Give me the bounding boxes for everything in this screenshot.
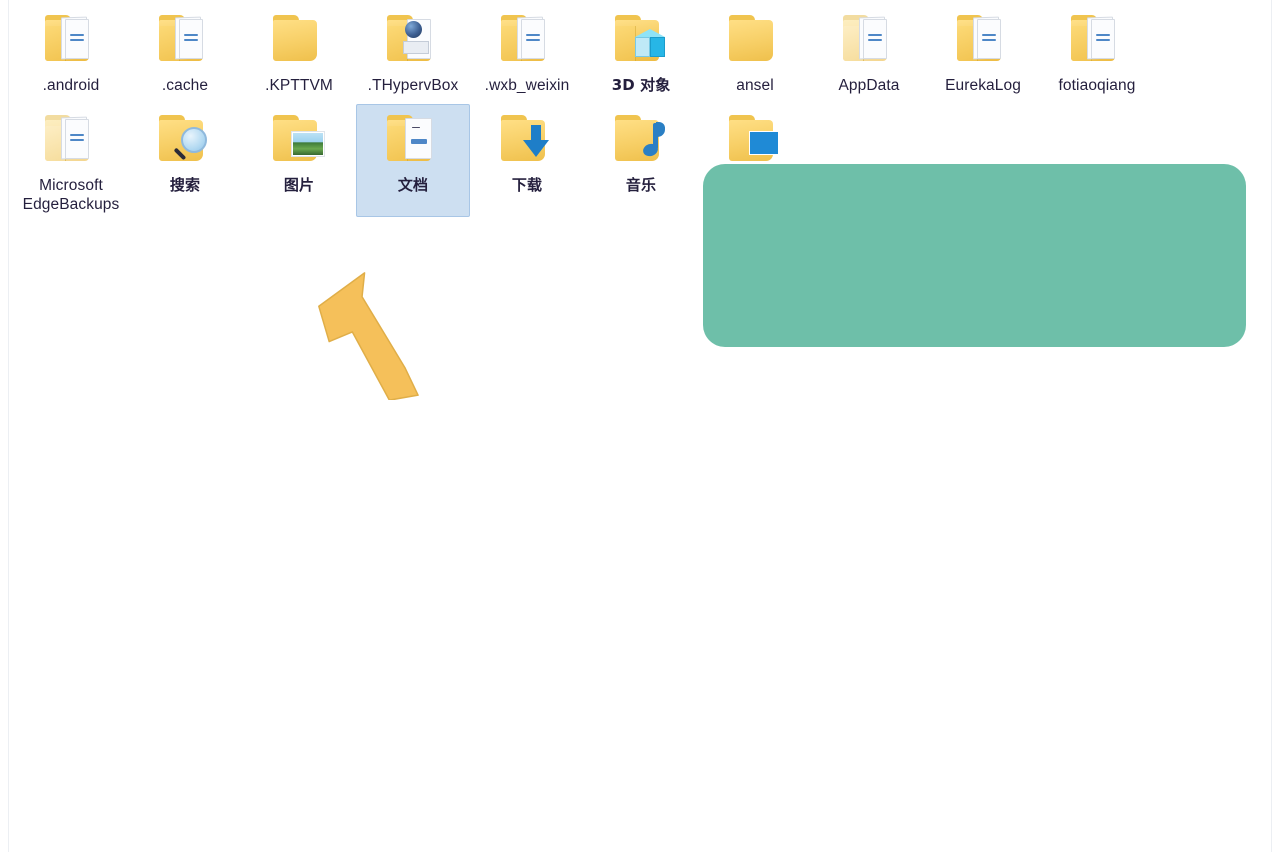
desktop-icon-folder-documents-icon[interactable]: 文档 [356, 104, 470, 217]
sheet-line [70, 39, 84, 41]
folder-with-documents-icon [495, 9, 559, 71]
desktop-icon-folder-3d-objects-icon[interactable]: 3D 对象 [584, 4, 698, 104]
sheet-line [70, 134, 84, 136]
sheet-line [526, 34, 540, 36]
folder-with-documents-icon [39, 9, 103, 71]
desktop-file-area[interactable]: .android .cache .KPTTVM .THypervBox .wxb_wei… [0, 0, 1280, 852]
folder-with-documents-icon [153, 9, 217, 71]
desktop-icon-folder-with-documents-icon[interactable]: fotiaoqiang [1040, 4, 1154, 104]
sheet-line [411, 139, 427, 144]
desktop-icon-folder-hidden-icon[interactable]: AppData [812, 4, 926, 104]
document-sheet-icon [65, 19, 89, 59]
folder-downloads-icon [495, 109, 559, 171]
music-note-icon [637, 121, 665, 159]
icon-label: .wxb_weixin [484, 77, 570, 94]
icon-label: AppData [838, 77, 900, 94]
icon-label: 下载 [511, 176, 543, 194]
folder-front [615, 26, 635, 61]
icon-label: .android [42, 77, 100, 94]
desktop-icon-folder-searches-icon[interactable]: 搜索 [128, 104, 242, 217]
folder-front [387, 126, 407, 161]
document-sheet-icon [521, 19, 545, 59]
desktop-icon-folder-music-icon[interactable]: 音乐 [584, 104, 698, 217]
sheet-line [70, 34, 84, 36]
keyboard-icon [403, 41, 429, 54]
desktop-icon-folder-hidden-icon[interactable]: Microsoft EdgeBackups [14, 104, 128, 217]
folder-searches-icon [153, 109, 217, 171]
sheet-line [868, 34, 882, 36]
sheet-line [982, 34, 996, 36]
icon-label: .cache [161, 77, 209, 94]
document-sheet-icon [1091, 19, 1115, 59]
desktop-icon-folder-icon[interactable]: ansel [698, 4, 812, 104]
folder-with-vm-icon [381, 9, 445, 71]
sheet-line [70, 139, 84, 141]
icon-label: ansel [736, 77, 774, 94]
desktop-icon-folder-downloads-icon[interactable]: 下载 [470, 104, 584, 217]
globe-icon [405, 21, 422, 38]
sheet-line [982, 39, 996, 41]
document-sheet-icon [977, 19, 1001, 59]
icon-label: Microsoft EdgeBackups [22, 177, 120, 213]
folder-with-documents-icon [1065, 9, 1129, 71]
sheet-line [1096, 34, 1110, 36]
desktop-icon-folder-with-documents-icon[interactable]: EurekaLog [926, 4, 1040, 104]
sheet-line [526, 39, 540, 41]
folder-hidden-icon [39, 109, 103, 171]
green-redaction-block [703, 164, 1246, 347]
document-sheet-icon [405, 118, 432, 159]
icon-label: 3D 对象 [611, 76, 671, 94]
desktop-icon-folder-pictures-icon[interactable]: 图片 [242, 104, 356, 217]
folder-music-icon [609, 109, 673, 171]
sheet-line [184, 39, 198, 41]
icon-label: .KPTTVM [265, 77, 333, 94]
icon-label: 搜索 [169, 176, 201, 194]
folder-hidden-icon [837, 9, 901, 71]
right-edge-rule [1271, 0, 1272, 852]
download-arrow-icon [523, 125, 549, 157]
cube-3d-icon [635, 29, 665, 57]
icon-label: EurekaLog [945, 77, 1021, 94]
folder-icon [273, 15, 317, 61]
left-edge-rule [8, 0, 9, 852]
folder-back [273, 20, 317, 61]
document-sheet-icon [863, 19, 887, 59]
desktop-icon-folder-with-documents-icon[interactable]: .android [14, 4, 128, 104]
sheet-line [868, 39, 882, 41]
icon-label: .THypervBox [367, 77, 459, 94]
sheet-line [412, 127, 420, 128]
folder-icon [723, 9, 787, 71]
folder-with-documents-icon [951, 9, 1015, 71]
icon-label: fotiaoqiang [1058, 77, 1136, 94]
magnifier-icon [181, 127, 207, 153]
sheet-line [184, 34, 198, 36]
icon-label: 图片 [283, 176, 315, 194]
desktop-icon-folder-with-documents-icon[interactable]: .cache [128, 4, 242, 104]
folder-pictures-icon [267, 109, 331, 171]
desktop-icon-folder-icon[interactable]: .KPTTVM [242, 4, 356, 104]
sheet-line [1096, 39, 1110, 41]
folder-documents-icon [381, 109, 445, 171]
orange-pointer-arrow [312, 272, 432, 401]
folder-back [729, 20, 773, 61]
document-sheet-icon [65, 119, 89, 159]
monitor-icon [749, 131, 779, 155]
folder-desktop-icon [723, 109, 787, 171]
icon-label: 文档 [397, 176, 429, 194]
desktop-icon-folder-with-vm-icon[interactable]: .THypervBox [356, 4, 470, 104]
picture-thumbnail-icon [291, 131, 325, 157]
folder-3d-objects-icon [609, 9, 673, 71]
folder-icon [267, 9, 331, 71]
document-sheet-icon [179, 19, 203, 59]
desktop-icon-folder-with-documents-icon[interactable]: .wxb_weixin [470, 4, 584, 104]
icon-label: 音乐 [625, 176, 657, 194]
folder-icon [729, 15, 773, 61]
